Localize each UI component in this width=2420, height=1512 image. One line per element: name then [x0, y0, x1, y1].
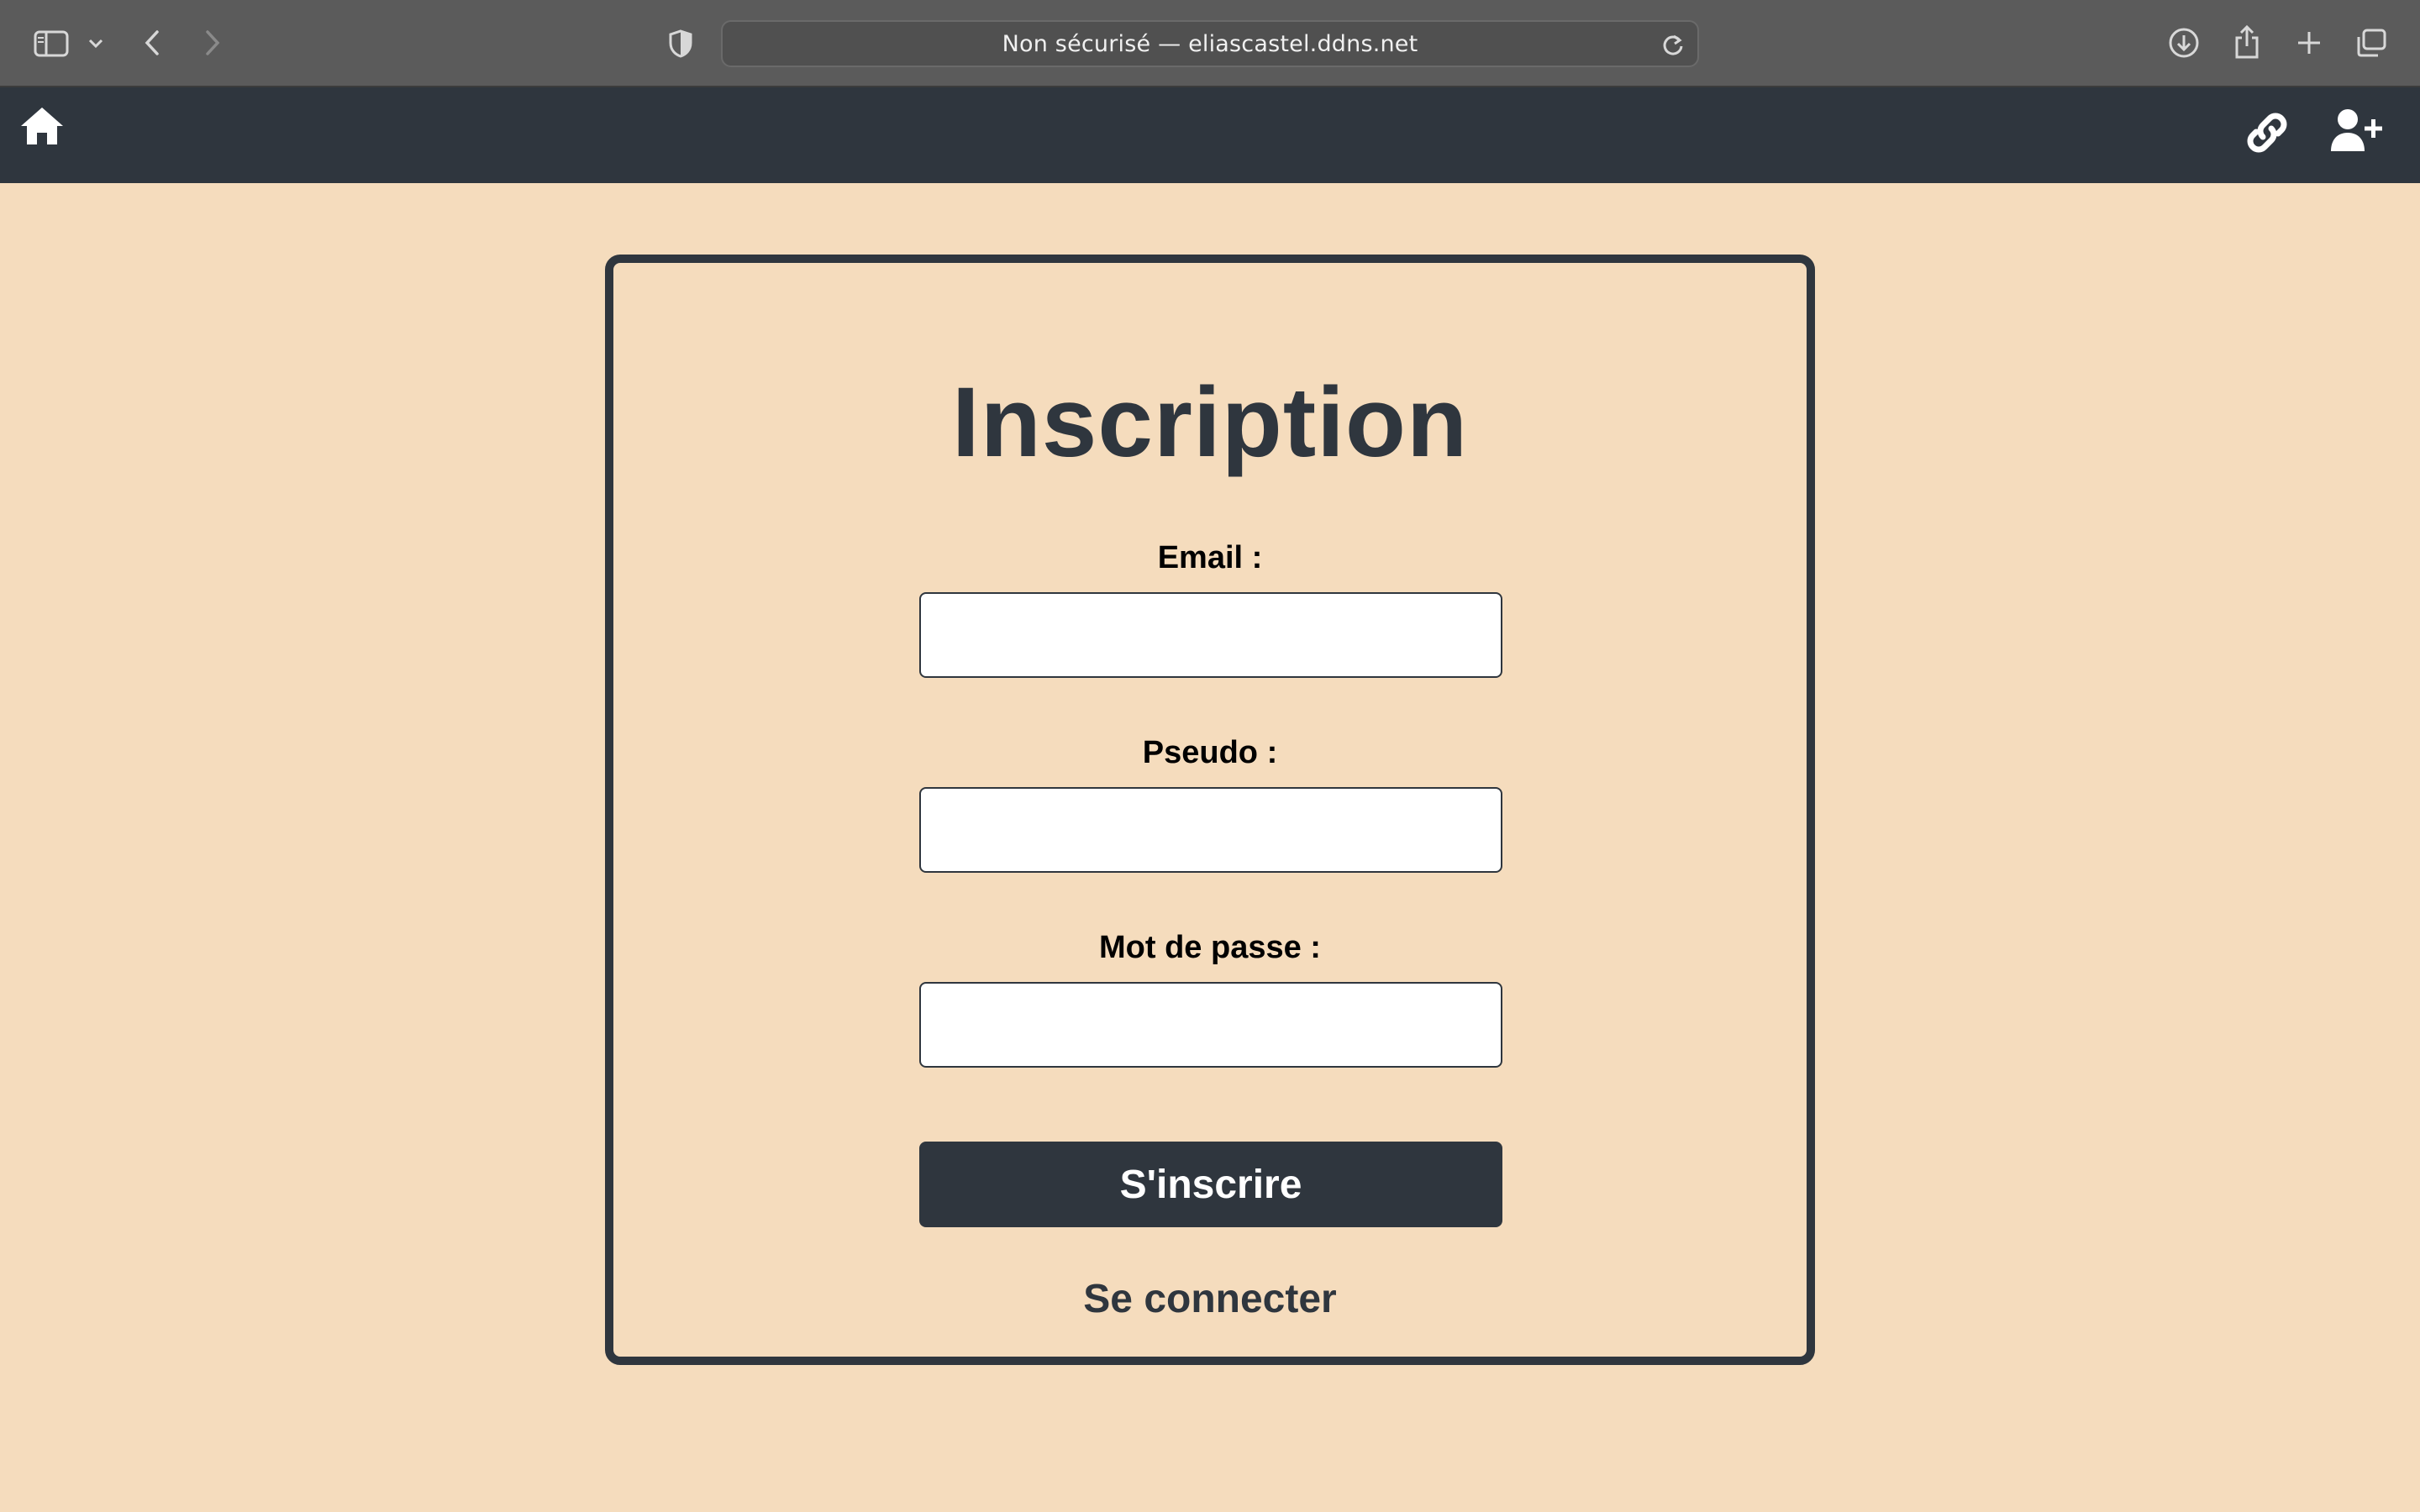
email-label: Email : [1157, 540, 1263, 575]
address-bar[interactable]: Non sécurisé — eliascastel.ddns.net [721, 20, 1699, 67]
register-button[interactable]: S'inscrire [919, 1142, 1502, 1227]
email-field[interactable] [919, 592, 1502, 678]
reload-icon[interactable] [1660, 32, 1686, 57]
pseudo-field[interactable] [919, 787, 1502, 873]
shield-icon[interactable] [666, 27, 696, 60]
sidebar-icon[interactable] [32, 27, 71, 60]
registration-form: Inscription Email : Pseudo : Mot de pass… [605, 255, 1815, 1365]
chevron-down-icon[interactable] [86, 32, 106, 55]
page-title: Inscription [951, 367, 1469, 478]
back-icon[interactable] [139, 25, 165, 60]
download-icon[interactable] [2166, 25, 2202, 60]
home-icon[interactable] [18, 104, 66, 151]
link-icon[interactable] [2242, 108, 2292, 158]
tabs-overview-icon[interactable] [2353, 25, 2390, 60]
browser-toolbar: Non sécurisé — eliascastel.ddns.net [0, 0, 2420, 87]
url-text: Non sécurisé — eliascastel.ddns.net [1002, 30, 1418, 57]
password-field[interactable] [919, 982, 1502, 1068]
user-plus-icon[interactable] [2329, 108, 2383, 158]
site-navbar [0, 87, 2420, 183]
pseudo-label: Pseudo : [1142, 735, 1278, 770]
login-link[interactable]: Se connecter [613, 1276, 1807, 1322]
new-tab-icon[interactable] [2292, 25, 2326, 60]
share-icon[interactable] [2230, 22, 2264, 62]
password-label: Mot de passe : [1099, 930, 1321, 965]
forward-icon[interactable] [200, 25, 225, 60]
